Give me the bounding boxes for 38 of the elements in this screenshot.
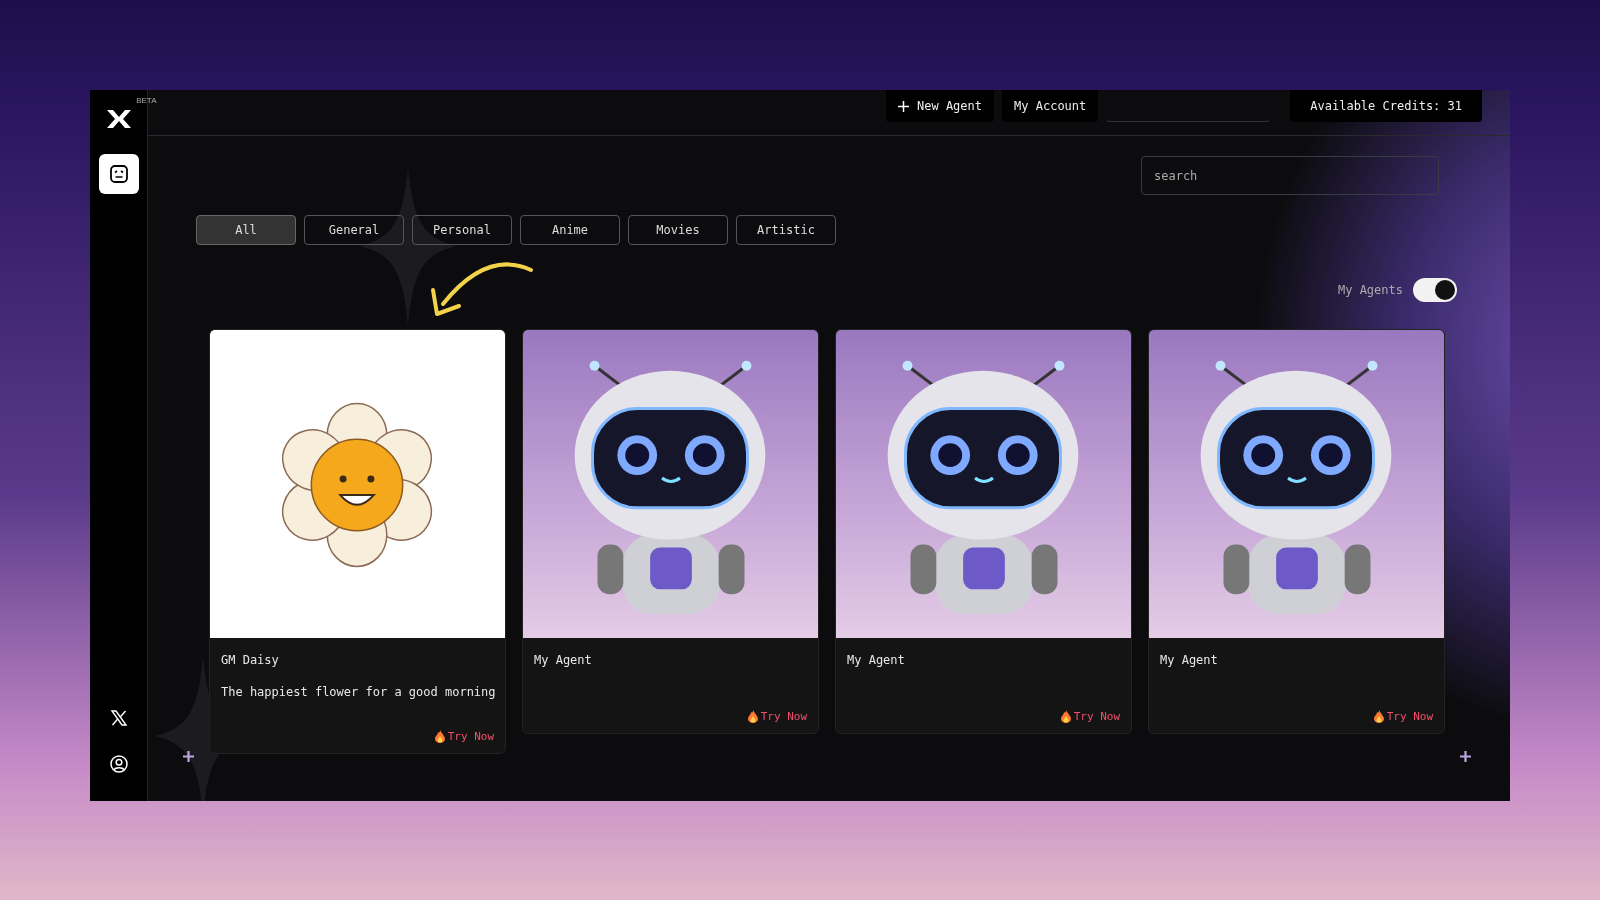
category-tab[interactable]: General	[304, 215, 404, 245]
category-tab[interactable]: Anime	[520, 215, 620, 245]
logo-icon[interactable]	[106, 110, 131, 128]
agent-title: My Agent	[534, 653, 593, 667]
agent-card[interactable]: GM Daisy The happiest flower for a good morning Try Now	[209, 329, 506, 754]
credits-label: Available Credits: 31	[1290, 90, 1482, 122]
try-now-button[interactable]: Try Now	[1060, 710, 1120, 723]
profile-icon[interactable]	[109, 755, 128, 773]
flame-icon	[1373, 710, 1384, 723]
agent-title: My Agent	[847, 653, 906, 667]
agents-nav-button[interactable]	[98, 154, 139, 194]
new-agent-button[interactable]: New Agent	[886, 90, 995, 122]
agent-card[interactable]: My Agent Try Now	[835, 329, 1132, 734]
category-tab[interactable]: Personal	[412, 215, 512, 245]
try-now-button[interactable]: Try Now	[434, 730, 494, 743]
agent-card[interactable]: My Agent Try Now	[1148, 329, 1445, 734]
plus-icon	[898, 100, 909, 112]
x-logo-icon[interactable]	[109, 709, 128, 727]
category-tab[interactable]: Artistic	[736, 215, 836, 245]
agent-title: GM Daisy	[221, 653, 280, 667]
agent-description: The happiest flower for a good morning	[221, 685, 497, 699]
plus-icon	[1460, 751, 1471, 762]
try-now-button[interactable]: Try Now	[747, 710, 807, 723]
toggle-label: My Agents	[1337, 283, 1403, 297]
flame-icon	[1060, 710, 1071, 723]
plus-icon	[183, 751, 194, 762]
my-agents-toggle[interactable]	[1413, 278, 1457, 302]
try-now-button[interactable]: Try Now	[1373, 710, 1433, 723]
agent-card[interactable]: My Agent Try Now	[522, 329, 819, 734]
search-field[interactable]: search	[1141, 156, 1439, 195]
robot-face-icon	[108, 164, 129, 184]
agent-title: My Agent	[1160, 653, 1219, 667]
flame-icon	[434, 730, 445, 743]
beta-label: BETA	[136, 96, 157, 105]
category-tab[interactable]: All	[196, 215, 296, 245]
category-tab[interactable]: Movies	[628, 215, 728, 245]
flame-icon	[747, 710, 758, 723]
account-button[interactable]: My Account	[1002, 90, 1099, 122]
